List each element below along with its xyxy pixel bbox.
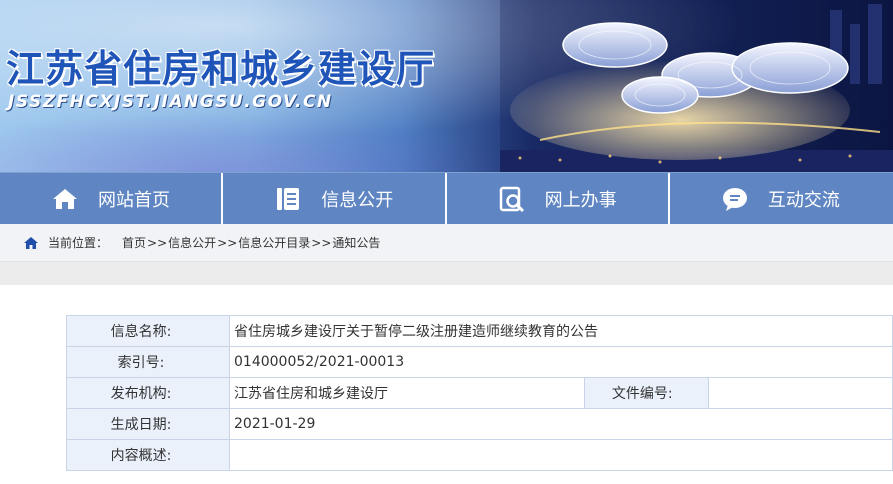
nav-item-online-services[interactable]: 网上办事 — [447, 173, 670, 224]
site-banner: 江苏省住房和城乡建设厅 JSSZFHCXJST.JIANGSU.GOV.CN — [0, 0, 893, 172]
nav-item-label: 信息公开 — [321, 189, 394, 211]
breadcrumb-separator: >> — [217, 235, 238, 250]
info-name-label: 信息名称: — [66, 315, 230, 347]
nav-item-home[interactable]: 网站首页 — [0, 173, 224, 224]
info-org-label: 发布机构: — [66, 377, 230, 409]
banner-venue-image — [500, 0, 893, 172]
info-summary-label: 内容概述: — [66, 439, 230, 471]
breadcrumb-link-info-disclosure[interactable]: 信息公开 — [168, 234, 216, 251]
breadcrumb-lead: 当前位置： — [48, 236, 109, 250]
table-row: 索引号: 014000052/2021-00013 — [66, 346, 893, 378]
table-row: 发布机构: 江苏省住房和城乡建设厅 文件编号: — [66, 377, 893, 409]
site-url: JSSZFHCXJST.JIANGSU.GOV.CN — [8, 92, 333, 112]
document-list-icon — [275, 186, 301, 212]
breadcrumb-separator: >> — [311, 235, 332, 250]
info-date-label: 生成日期: — [66, 408, 230, 440]
info-org-value: 江苏省住房和城乡建设厅 — [229, 377, 585, 409]
breadcrumb: 当前位置： 首页 >> 信息公开 >> 信息公开目录 >> 通知公告 — [0, 224, 893, 262]
breadcrumb-link-notices[interactable]: 通知公告 — [332, 234, 380, 251]
table-row: 生成日期: 2021-01-29 — [66, 408, 893, 440]
content-area: 信息名称: 省住房城乡建设厅关于暂停二级注册建造师继续教育的公告 索引号: 01… — [0, 285, 893, 484]
main-nav: 网站首页 信息公开 网上办事 互动交流 — [0, 172, 893, 224]
table-row: 内容概述: — [66, 439, 893, 471]
nav-item-label: 互动交流 — [767, 189, 840, 211]
chat-bubble-icon — [722, 186, 748, 212]
site-title: 江苏省住房和城乡建设厅 — [6, 47, 436, 91]
info-docno-value — [707, 377, 893, 409]
breadcrumb-separator: >> — [147, 235, 168, 250]
location-home-icon — [24, 236, 38, 249]
banner-waves — [0, 110, 520, 172]
breadcrumb-link-home[interactable]: 首页 — [122, 234, 146, 251]
info-index-label: 索引号: — [66, 346, 230, 378]
info-docno-label: 文件编号: — [583, 377, 709, 409]
info-index-value: 014000052/2021-00013 — [229, 346, 893, 378]
nav-item-info-disclosure[interactable]: 信息公开 — [223, 173, 447, 224]
nav-item-interaction[interactable]: 互动交流 — [670, 173, 893, 224]
nav-item-label: 网站首页 — [98, 189, 170, 211]
info-table: 信息名称: 省住房城乡建设厅关于暂停二级注册建造师继续教育的公告 索引号: 01… — [66, 315, 893, 471]
table-row: 信息名称: 省住房城乡建设厅关于暂停二级注册建造师继续教育的公告 — [66, 315, 893, 347]
nav-item-label: 网上办事 — [544, 189, 617, 211]
home-icon — [52, 186, 78, 212]
info-summary-value — [229, 439, 893, 471]
info-date-value: 2021-01-29 — [229, 408, 893, 440]
breadcrumb-link-info-catalog[interactable]: 信息公开目录 — [238, 234, 310, 251]
info-name-value: 省住房城乡建设厅关于暂停二级注册建造师继续教育的公告 — [229, 315, 893, 347]
search-document-icon — [499, 186, 525, 212]
